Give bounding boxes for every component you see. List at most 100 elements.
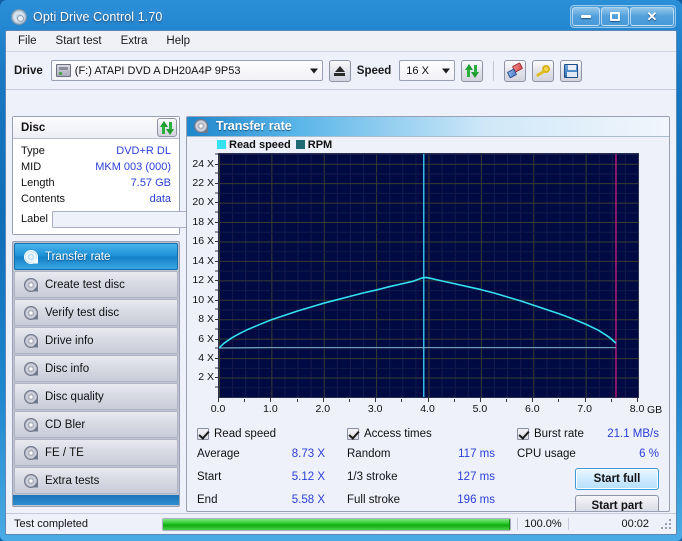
chart-x-unit: GB	[647, 404, 663, 416]
chart-x-tick: 7.0	[577, 403, 592, 415]
speed-select-value: 16 X	[406, 64, 429, 77]
average-key: Average	[197, 447, 240, 460]
sidebar-item-extra-tests[interactable]: Extra tests	[14, 467, 178, 494]
save-button[interactable]	[560, 59, 583, 82]
full-stroke-key: Full stroke	[347, 493, 401, 506]
legend-item-read-speed: Read speed	[217, 139, 291, 151]
app-disc-icon	[11, 9, 27, 25]
sidebar-item-disc-info[interactable]: Disc info	[14, 355, 178, 382]
disc-type-value: DVD+R DL	[116, 145, 171, 157]
minimize-button[interactable]	[572, 7, 600, 26]
eject-button[interactable]	[328, 59, 351, 82]
chart-x-tick-mark	[479, 398, 481, 402]
minimize-icon	[581, 15, 591, 18]
chart-y-tick: 4 X	[198, 351, 218, 364]
progress-bar	[162, 517, 511, 531]
action-buttons: Start full Start part	[575, 468, 659, 511]
menu-start-test[interactable]: Start test	[54, 34, 104, 48]
random-key: Random	[347, 447, 391, 460]
result-row-average: Average 8.73 X	[197, 442, 347, 465]
disc-label-key: Label	[21, 213, 48, 225]
sidebar-item-label: Verify test disc	[45, 306, 120, 319]
disc-panel-title: Disc	[21, 121, 46, 134]
resize-grip[interactable]	[659, 517, 673, 531]
progress-percent: 100.0%	[517, 518, 569, 530]
refresh-button[interactable]	[461, 59, 484, 82]
save-icon	[564, 63, 579, 78]
read-speed-group: Read speed Average 8.73 X Start 5.12 X E…	[197, 426, 347, 511]
disc-row-contents: Contents data	[21, 191, 171, 207]
disc-mid-value: MKM 003 (000)	[95, 161, 171, 173]
chart-y-tick: 22 X	[192, 177, 218, 190]
start-value: 5.12 X	[291, 470, 325, 483]
chart-x-tick: 0.0	[210, 403, 226, 415]
result-row-random: Random 117 ms	[347, 442, 517, 465]
access-times-checkbox[interactable]	[347, 428, 359, 440]
average-value: 8.73 X	[291, 447, 325, 460]
close-icon: ✕	[646, 9, 658, 24]
eject-icon	[334, 65, 345, 72]
disc-mid-key: MID	[21, 161, 42, 173]
chart-y-tick: 12 X	[192, 274, 218, 287]
sidebar-item-verify-test-disc[interactable]: Verify test disc	[14, 299, 178, 326]
chart-x-tick-mark	[322, 398, 324, 402]
speed-select[interactable]: 16 X	[399, 60, 456, 81]
cpu-usage-key: CPU usage	[517, 447, 576, 460]
menu-help[interactable]: Help	[164, 34, 192, 48]
cpu-usage-value: 6 %	[639, 447, 659, 460]
client-area: File Start test Extra Help Drive (F:) AT…	[5, 30, 677, 535]
read-speed-checkbox[interactable]	[197, 428, 209, 440]
sidebar-item-disc-quality[interactable]: Disc quality	[14, 383, 178, 410]
disc-label-input[interactable]	[51, 210, 202, 228]
status-message: Test completed	[14, 518, 88, 530]
disc-icon	[194, 119, 208, 134]
disc-icon	[24, 305, 38, 320]
status-bar: Test completed 100.0% 00:02	[6, 513, 676, 534]
start-part-button[interactable]: Start part	[575, 495, 659, 511]
chart-legend: Read speed RPM	[217, 139, 332, 151]
result-row-full-stroke: Full stroke 196 ms	[347, 488, 517, 511]
burst-rate-checkbox[interactable]	[517, 428, 529, 440]
sidebar-item-transfer-rate[interactable]: Transfer rate	[14, 243, 178, 270]
drive-select[interactable]: (F:) ATAPI DVD A DH20A4P 9P53	[50, 60, 323, 81]
start-key: Start	[197, 470, 222, 483]
key-button[interactable]	[532, 59, 555, 82]
disc-icon	[24, 361, 38, 376]
third-stroke-value: 127 ms	[457, 470, 495, 483]
title-bar: Opti Drive Control 1.70 ✕	[5, 4, 677, 30]
burst-rate-value: 21.1 MB/s	[607, 428, 659, 440]
disc-row-mid: MID MKM 003 (000)	[21, 159, 171, 175]
chart-x-minor-tick	[610, 399, 612, 402]
legend-label: Read speed	[229, 138, 291, 151]
legend-swatch	[295, 140, 305, 150]
menu-extra[interactable]: Extra	[119, 34, 150, 48]
sidebar-item-fe-te[interactable]: FE / TE	[14, 439, 178, 466]
disc-length-value: 7.57 GB	[130, 177, 171, 189]
close-button[interactable]: ✕	[630, 7, 674, 26]
start-full-button[interactable]: Start full	[575, 468, 659, 490]
sidebar-item-drive-info[interactable]: Drive info	[14, 327, 178, 354]
chart-x-tick-mark	[637, 398, 638, 402]
refresh-icon	[465, 63, 480, 78]
chart-y-tick: 16 X	[192, 235, 218, 248]
chart-y-tick: 10 X	[192, 293, 218, 306]
chart-x-tick: 5.0	[472, 403, 488, 415]
sidebar-item-label: CD Bler	[45, 418, 86, 431]
sidebar-item-create-test-disc[interactable]: Create test disc	[14, 271, 178, 298]
disc-contents-value: data	[149, 193, 171, 205]
disc-refresh-button[interactable]	[157, 118, 177, 137]
sidebar-item-label: Create test disc	[45, 278, 125, 291]
disc-icon	[24, 417, 38, 432]
erase-button[interactable]	[504, 59, 527, 82]
drive-select-value: (F:) ATAPI DVD A DH20A4P 9P53	[74, 64, 241, 77]
sidebar-item-label: Disc quality	[45, 390, 104, 403]
application-window: Opti Drive Control 1.70 ✕ File Start tes…	[0, 0, 682, 541]
legend-swatch	[217, 140, 226, 150]
maximize-button[interactable]	[601, 7, 629, 26]
menu-file[interactable]: File	[16, 34, 39, 48]
elapsed-time: 00:02	[621, 518, 649, 530]
toolbar: Drive (F:) ATAPI DVD A DH20A4P 9P53 Spee…	[6, 52, 676, 90]
sidebar-item-cd-bler[interactable]: CD Bler	[14, 411, 178, 438]
disc-type-key: Type	[21, 145, 45, 157]
transfer-rate-chart: Read speed RPM 2 X 4 X 6 X 8 X 10 X 12 X 14 X 1…	[187, 136, 669, 420]
